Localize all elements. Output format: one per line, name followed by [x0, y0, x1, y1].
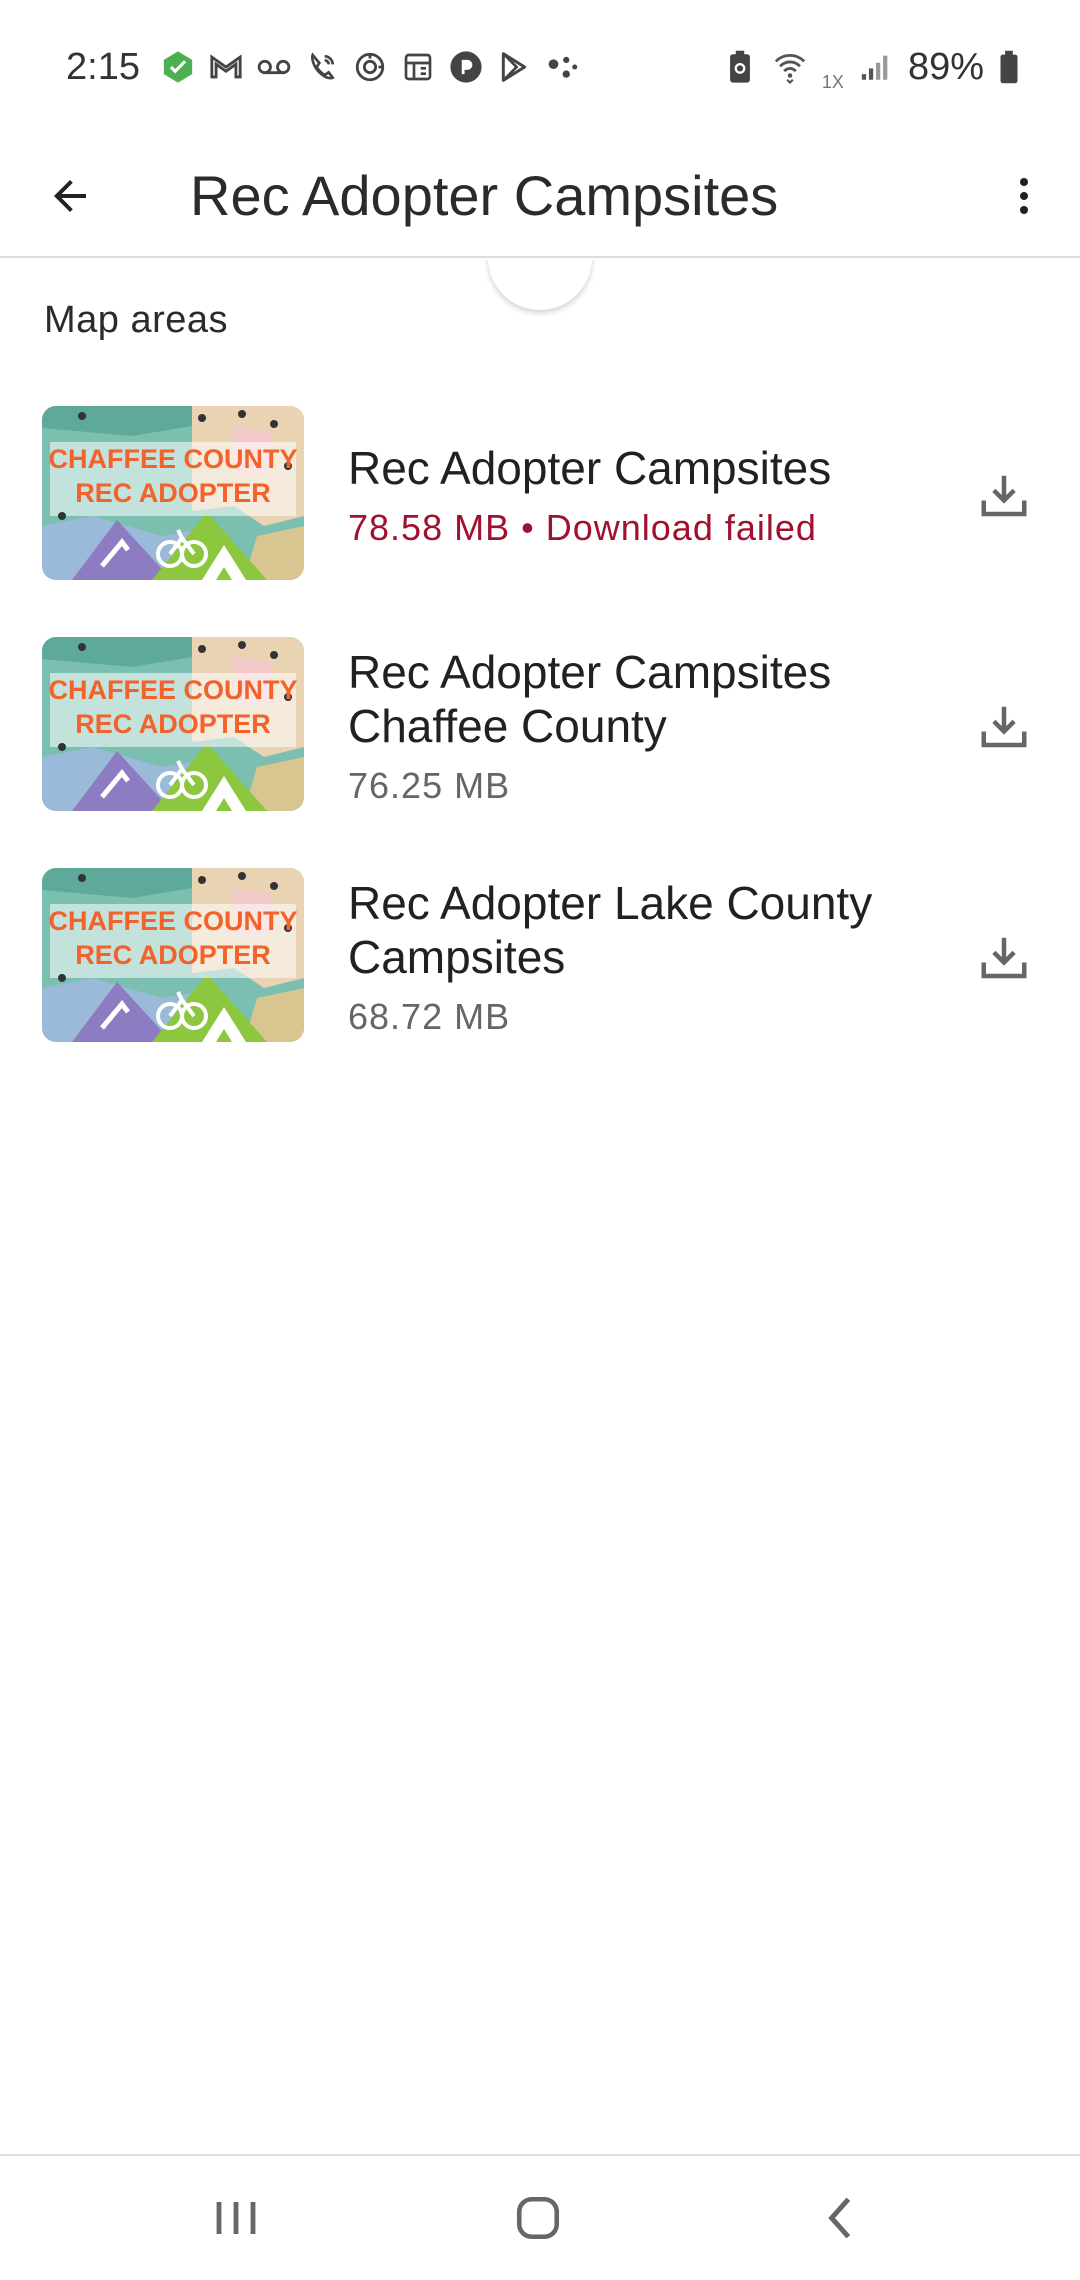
page-title: Rec Adopter Campsites: [190, 164, 779, 227]
navigation-bar: [0, 2154, 1080, 2280]
map-area-thumbnail: CHAFFEE COUNTY REC ADOPTER: [42, 868, 304, 1042]
thumbnail-line1: CHAFFEE COUNTY: [48, 675, 298, 705]
arrow-back-icon: [54, 180, 86, 212]
download-button[interactable]: [968, 922, 1040, 994]
map-area-thumbnail: CHAFFEE COUNTY REC ADOPTER: [42, 406, 304, 580]
download-status: Download failed: [545, 506, 817, 548]
nav-back-button[interactable]: [780, 2178, 900, 2258]
recents-icon: [216, 2202, 256, 2234]
download-icon: [981, 475, 1027, 517]
map-area-size: 78.58 MB: [348, 506, 511, 548]
map-area-title: Rec Adopter Campsites: [348, 441, 832, 494]
signal-icon: [858, 49, 894, 85]
map-area-status: 78.58 MB • Download failed: [348, 505, 948, 551]
map-area-size: 68.72 MB: [348, 995, 511, 1037]
overflow-menu-button[interactable]: [988, 160, 1060, 232]
status-time: 2:15: [66, 45, 140, 88]
section-title: Map areas: [44, 299, 229, 341]
sync-icon: [352, 49, 388, 85]
home-button[interactable]: [478, 2178, 598, 2258]
map-area-thumbnail: CHAFFEE COUNTY REC ADOPTER: [42, 637, 304, 811]
download-icon: [981, 937, 1027, 979]
status-left: 2:15: [66, 46, 580, 89]
app-bar: Rec Adopter Campsites: [0, 134, 1080, 258]
map-area-text: Rec Adopter Lake County Campsites 68.72 …: [348, 842, 948, 1073]
calendar-icon: [400, 49, 436, 85]
thumbnail-line1: CHAFFEE COUNTY: [48, 906, 298, 936]
home-icon: [516, 2196, 560, 2240]
thumbnail-line2: REC ADOPTER: [75, 940, 271, 970]
status-bar: 2:15 1X 89%: [0, 0, 1080, 134]
battery-saver-icon: [722, 49, 758, 85]
map-area-item[interactable]: CHAFFEE COUNTY REC ADOPTER Rec Adopter C…: [0, 380, 1080, 611]
wifi-calling-icon: [304, 49, 340, 85]
voicemail-icon: [256, 49, 292, 85]
battery-percent: 89%: [907, 45, 984, 88]
download-button[interactable]: [968, 691, 1040, 763]
battery-icon: [998, 49, 1020, 85]
thumbnail-line1: CHAFFEE COUNTY: [48, 444, 298, 474]
play-store-icon: [496, 49, 532, 85]
back-button[interactable]: [34, 160, 106, 232]
list-check-icon: [160, 49, 196, 85]
map-areas-list: CHAFFEE COUNTY REC ADOPTER Rec Adopter C…: [0, 380, 1080, 1073]
map-area-item[interactable]: CHAFFEE COUNTY REC ADOPTER Rec Adopter C…: [0, 611, 1080, 842]
status-right: 1X 89%: [722, 42, 1020, 93]
network-type-label: 1X: [821, 71, 844, 92]
recents-button[interactable]: [176, 2178, 296, 2258]
nav-back-icon: [828, 2197, 851, 2239]
thumbnail-line2: REC ADOPTER: [75, 478, 271, 508]
download-icon: [981, 706, 1027, 748]
status-separator: •: [521, 506, 535, 548]
map-area-text: Rec Adopter Campsites Chaffee County 76.…: [348, 611, 948, 842]
pocket-casts-icon: [448, 49, 484, 85]
map-area-title: Rec Adopter Lake County Campsites: [348, 876, 873, 983]
assistant-icon: [544, 49, 580, 85]
download-button[interactable]: [968, 460, 1040, 532]
map-area-text: Rec Adopter Campsites 78.58 MB • Downloa…: [348, 380, 948, 611]
more-vert-icon: [1020, 178, 1028, 214]
gmail-icon: [208, 49, 244, 85]
thumbnail-line2: REC ADOPTER: [75, 709, 271, 739]
wifi-icon: [772, 49, 808, 85]
map-area-item[interactable]: CHAFFEE COUNTY REC ADOPTER Rec Adopter L…: [0, 842, 1080, 1073]
map-area-title: Rec Adopter Campsites Chaffee County: [348, 645, 832, 752]
map-area-size: 76.25 MB: [348, 764, 511, 806]
